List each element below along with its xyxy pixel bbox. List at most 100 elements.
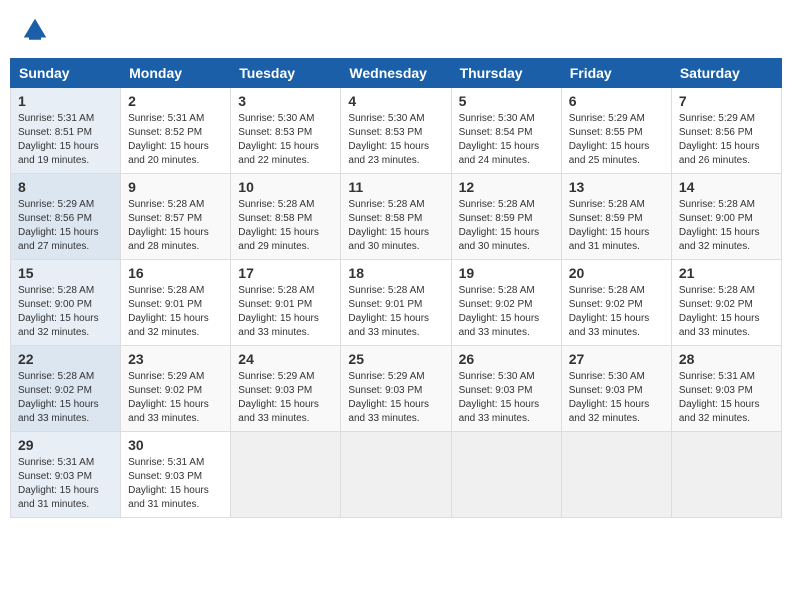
day-info: Sunrise: 5:28 AM Sunset: 8:58 PM Dayligh…	[238, 198, 333, 254]
day-number: 17	[238, 265, 333, 281]
day-info: Sunrise: 5:30 AM Sunset: 9:03 PM Dayligh…	[459, 370, 554, 426]
day-info: Sunrise: 5:28 AM Sunset: 9:02 PM Dayligh…	[18, 370, 113, 426]
calendar: SundayMondayTuesdayWednesdayThursdayFrid…	[10, 58, 782, 518]
calendar-cell: 26 Sunrise: 5:30 AM Sunset: 9:03 PM Dayl…	[451, 346, 561, 432]
calendar-cell: 6 Sunrise: 5:29 AM Sunset: 8:55 PM Dayli…	[561, 88, 671, 174]
day-info: Sunrise: 5:31 AM Sunset: 9:03 PM Dayligh…	[128, 456, 223, 512]
calendar-cell: 3 Sunrise: 5:30 AM Sunset: 8:53 PM Dayli…	[231, 88, 341, 174]
day-info: Sunrise: 5:29 AM Sunset: 9:02 PM Dayligh…	[128, 370, 223, 426]
day-info: Sunrise: 5:28 AM Sunset: 9:01 PM Dayligh…	[128, 284, 223, 340]
weekday-header-thursday: Thursday	[451, 59, 561, 88]
day-info: Sunrise: 5:30 AM Sunset: 8:53 PM Dayligh…	[348, 112, 443, 168]
day-info: Sunrise: 5:29 AM Sunset: 8:56 PM Dayligh…	[18, 198, 113, 254]
day-number: 10	[238, 179, 333, 195]
calendar-cell: 20 Sunrise: 5:28 AM Sunset: 9:02 PM Dayl…	[561, 260, 671, 346]
calendar-cell: 5 Sunrise: 5:30 AM Sunset: 8:54 PM Dayli…	[451, 88, 561, 174]
day-number: 14	[679, 179, 774, 195]
calendar-cell	[671, 432, 781, 518]
weekday-header-wednesday: Wednesday	[341, 59, 451, 88]
day-number: 9	[128, 179, 223, 195]
day-number: 29	[18, 437, 113, 453]
day-info: Sunrise: 5:28 AM Sunset: 9:01 PM Dayligh…	[348, 284, 443, 340]
calendar-cell: 16 Sunrise: 5:28 AM Sunset: 9:01 PM Dayl…	[121, 260, 231, 346]
day-number: 7	[679, 93, 774, 109]
day-info: Sunrise: 5:31 AM Sunset: 9:03 PM Dayligh…	[679, 370, 774, 426]
day-info: Sunrise: 5:31 AM Sunset: 9:03 PM Dayligh…	[18, 456, 113, 512]
calendar-cell	[231, 432, 341, 518]
day-number: 28	[679, 351, 774, 367]
weekday-header-sunday: Sunday	[11, 59, 121, 88]
day-info: Sunrise: 5:29 AM Sunset: 8:56 PM Dayligh…	[679, 112, 774, 168]
day-info: Sunrise: 5:28 AM Sunset: 9:00 PM Dayligh…	[18, 284, 113, 340]
calendar-cell	[341, 432, 451, 518]
day-number: 22	[18, 351, 113, 367]
day-number: 6	[569, 93, 664, 109]
day-number: 18	[348, 265, 443, 281]
calendar-cell: 30 Sunrise: 5:31 AM Sunset: 9:03 PM Dayl…	[121, 432, 231, 518]
calendar-cell: 8 Sunrise: 5:29 AM Sunset: 8:56 PM Dayli…	[11, 174, 121, 260]
calendar-cell: 24 Sunrise: 5:29 AM Sunset: 9:03 PM Dayl…	[231, 346, 341, 432]
calendar-cell: 4 Sunrise: 5:30 AM Sunset: 8:53 PM Dayli…	[341, 88, 451, 174]
calendar-cell: 22 Sunrise: 5:28 AM Sunset: 9:02 PM Dayl…	[11, 346, 121, 432]
day-info: Sunrise: 5:28 AM Sunset: 8:59 PM Dayligh…	[569, 198, 664, 254]
weekday-header-saturday: Saturday	[671, 59, 781, 88]
day-info: Sunrise: 5:28 AM Sunset: 9:02 PM Dayligh…	[569, 284, 664, 340]
day-info: Sunrise: 5:31 AM Sunset: 8:51 PM Dayligh…	[18, 112, 113, 168]
calendar-cell: 28 Sunrise: 5:31 AM Sunset: 9:03 PM Dayl…	[671, 346, 781, 432]
calendar-cell: 9 Sunrise: 5:28 AM Sunset: 8:57 PM Dayli…	[121, 174, 231, 260]
day-number: 27	[569, 351, 664, 367]
logo-icon	[20, 15, 50, 45]
calendar-cell: 17 Sunrise: 5:28 AM Sunset: 9:01 PM Dayl…	[231, 260, 341, 346]
calendar-cell: 23 Sunrise: 5:29 AM Sunset: 9:02 PM Dayl…	[121, 346, 231, 432]
day-info: Sunrise: 5:29 AM Sunset: 8:55 PM Dayligh…	[569, 112, 664, 168]
calendar-cell: 2 Sunrise: 5:31 AM Sunset: 8:52 PM Dayli…	[121, 88, 231, 174]
day-number: 15	[18, 265, 113, 281]
calendar-cell: 13 Sunrise: 5:28 AM Sunset: 8:59 PM Dayl…	[561, 174, 671, 260]
day-number: 21	[679, 265, 774, 281]
calendar-cell: 12 Sunrise: 5:28 AM Sunset: 8:59 PM Dayl…	[451, 174, 561, 260]
calendar-cell: 25 Sunrise: 5:29 AM Sunset: 9:03 PM Dayl…	[341, 346, 451, 432]
weekday-header-friday: Friday	[561, 59, 671, 88]
day-info: Sunrise: 5:28 AM Sunset: 8:57 PM Dayligh…	[128, 198, 223, 254]
day-info: Sunrise: 5:30 AM Sunset: 8:53 PM Dayligh…	[238, 112, 333, 168]
calendar-cell: 29 Sunrise: 5:31 AM Sunset: 9:03 PM Dayl…	[11, 432, 121, 518]
calendar-cell: 15 Sunrise: 5:28 AM Sunset: 9:00 PM Dayl…	[11, 260, 121, 346]
weekday-header-tuesday: Tuesday	[231, 59, 341, 88]
day-info: Sunrise: 5:29 AM Sunset: 9:03 PM Dayligh…	[348, 370, 443, 426]
day-info: Sunrise: 5:29 AM Sunset: 9:03 PM Dayligh…	[238, 370, 333, 426]
day-number: 20	[569, 265, 664, 281]
calendar-cell: 1 Sunrise: 5:31 AM Sunset: 8:51 PM Dayli…	[11, 88, 121, 174]
day-number: 12	[459, 179, 554, 195]
day-number: 16	[128, 265, 223, 281]
day-number: 30	[128, 437, 223, 453]
day-number: 5	[459, 93, 554, 109]
calendar-cell: 10 Sunrise: 5:28 AM Sunset: 8:58 PM Dayl…	[231, 174, 341, 260]
calendar-cell: 14 Sunrise: 5:28 AM Sunset: 9:00 PM Dayl…	[671, 174, 781, 260]
day-number: 13	[569, 179, 664, 195]
day-info: Sunrise: 5:28 AM Sunset: 9:00 PM Dayligh…	[679, 198, 774, 254]
calendar-cell: 21 Sunrise: 5:28 AM Sunset: 9:02 PM Dayl…	[671, 260, 781, 346]
day-number: 2	[128, 93, 223, 109]
day-number: 3	[238, 93, 333, 109]
logo	[20, 15, 54, 45]
calendar-cell	[451, 432, 561, 518]
calendar-cell: 27 Sunrise: 5:30 AM Sunset: 9:03 PM Dayl…	[561, 346, 671, 432]
calendar-cell: 19 Sunrise: 5:28 AM Sunset: 9:02 PM Dayl…	[451, 260, 561, 346]
day-info: Sunrise: 5:28 AM Sunset: 9:02 PM Dayligh…	[459, 284, 554, 340]
day-info: Sunrise: 5:28 AM Sunset: 8:59 PM Dayligh…	[459, 198, 554, 254]
day-number: 11	[348, 179, 443, 195]
calendar-cell: 18 Sunrise: 5:28 AM Sunset: 9:01 PM Dayl…	[341, 260, 451, 346]
day-info: Sunrise: 5:30 AM Sunset: 9:03 PM Dayligh…	[569, 370, 664, 426]
day-info: Sunrise: 5:28 AM Sunset: 9:01 PM Dayligh…	[238, 284, 333, 340]
day-number: 25	[348, 351, 443, 367]
day-info: Sunrise: 5:28 AM Sunset: 9:02 PM Dayligh…	[679, 284, 774, 340]
day-number: 4	[348, 93, 443, 109]
calendar-cell	[561, 432, 671, 518]
day-info: Sunrise: 5:28 AM Sunset: 8:58 PM Dayligh…	[348, 198, 443, 254]
day-number: 19	[459, 265, 554, 281]
weekday-header-monday: Monday	[121, 59, 231, 88]
day-number: 23	[128, 351, 223, 367]
day-number: 1	[18, 93, 113, 109]
day-number: 24	[238, 351, 333, 367]
header-section	[10, 10, 782, 50]
